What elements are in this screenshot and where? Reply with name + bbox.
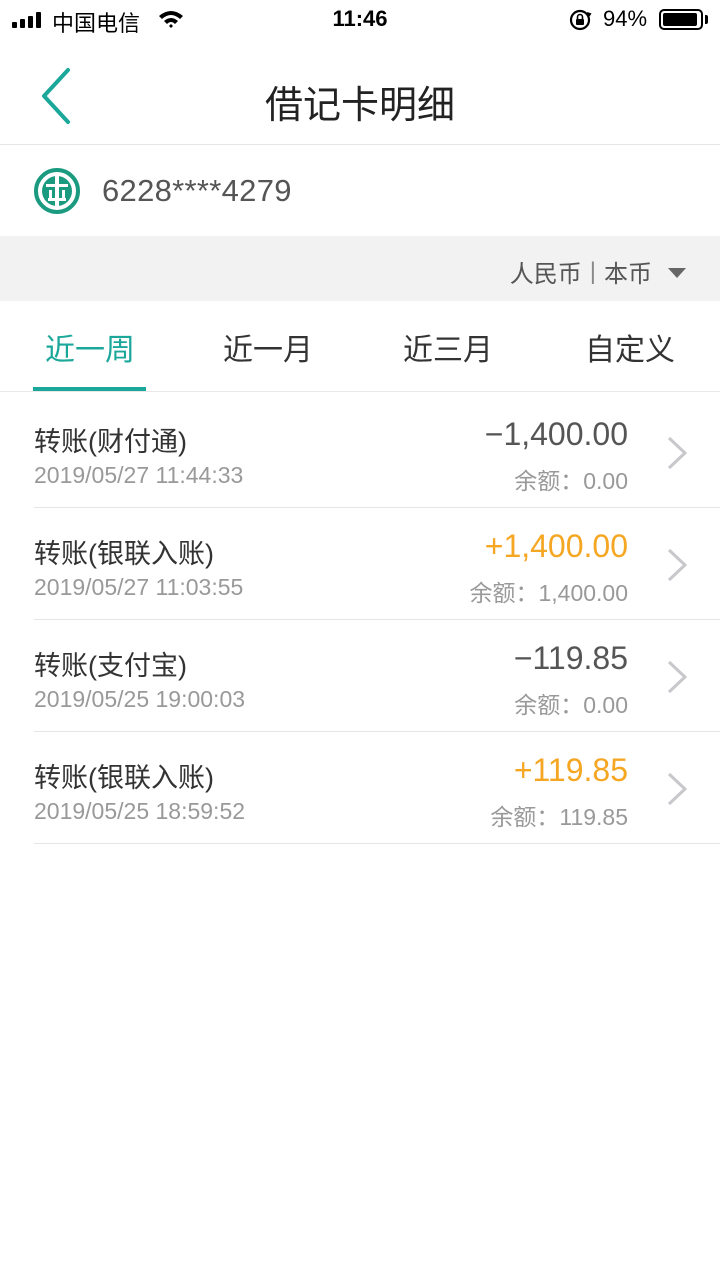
abc-bank-logo: [34, 168, 80, 214]
currency-type: 本币: [604, 261, 652, 288]
currency-selector[interactable]: 人民币 | 本币: [510, 254, 686, 289]
card-info: 6228****4279: [0, 145, 720, 236]
transaction-date: 2019/05/25 18:59:52: [34, 798, 246, 824]
transaction-amount: +1,400.00: [484, 528, 628, 564]
chevron-right-icon: [667, 660, 688, 694]
currency-label: 人民币: [509, 261, 582, 288]
transaction-title: 转账(银联入账): [34, 539, 214, 569]
caret-down-icon: [668, 267, 686, 278]
nav-bar: 借记卡明细: [0, 40, 720, 145]
divider: [34, 843, 720, 844]
transaction-date: 2019/05/27 11:44:33: [34, 462, 244, 488]
list-item[interactable]: 转账(支付宝) 2019/05/25 19:00:03 −119.85 余额：0…: [0, 620, 720, 732]
battery-cap: [705, 15, 708, 24]
transaction-list: 转账(财付通) 2019/05/27 11:44:33 −1,400.00 余额…: [0, 396, 720, 844]
transaction-amount: −119.85: [513, 640, 628, 676]
tab-month[interactable]: 近一月: [178, 325, 358, 369]
transaction-balance: 余额：0.00: [514, 468, 628, 494]
rotation-lock-icon: [569, 9, 592, 31]
list-item[interactable]: 转账(银联入账) 2019/05/27 11:03:55 +1,400.00 余…: [0, 508, 720, 620]
tab-week[interactable]: 近一周: [0, 325, 180, 369]
currency-separator: |: [589, 257, 596, 285]
period-tabs: 近一周 近一月 近三月 自定义: [0, 301, 720, 392]
status-bar: 中国电信 11:46 94%: [0, 0, 720, 40]
tab-custom[interactable]: 自定义: [540, 325, 720, 369]
card-number: 6228****4279: [102, 173, 292, 208]
list-item[interactable]: 转账(银联入账) 2019/05/25 18:59:52 +119.85 余额：…: [0, 732, 720, 844]
transaction-balance: 余额：0.00: [514, 692, 628, 718]
chevron-right-icon: [667, 436, 688, 470]
tab-indicator: [33, 387, 146, 391]
list-item[interactable]: 转账(财付通) 2019/05/27 11:44:33 −1,400.00 余额…: [0, 396, 720, 508]
transaction-title: 转账(银联入账): [34, 763, 214, 793]
transaction-balance: 余额：119.85: [490, 804, 628, 830]
transaction-date: 2019/05/27 11:03:55: [34, 574, 244, 600]
transaction-amount: −1,400.00: [484, 416, 628, 452]
tab-three-months[interactable]: 近三月: [358, 325, 538, 369]
transaction-balance: 余额：1,400.00: [469, 580, 628, 606]
transaction-title: 转账(支付宝): [34, 651, 187, 681]
battery-percent: 94%: [603, 6, 648, 31]
transaction-amount: +119.85: [513, 752, 628, 788]
transaction-date: 2019/05/25 19:00:03: [34, 686, 246, 712]
battery-icon: [659, 9, 703, 30]
chevron-right-icon: [667, 772, 688, 806]
currency-bar: 人民币 | 本币: [0, 236, 720, 301]
chevron-right-icon: [667, 548, 688, 582]
page-title: 借记卡明细: [264, 85, 455, 127]
transaction-title: 转账(财付通): [34, 427, 187, 457]
battery-level: [663, 13, 697, 26]
